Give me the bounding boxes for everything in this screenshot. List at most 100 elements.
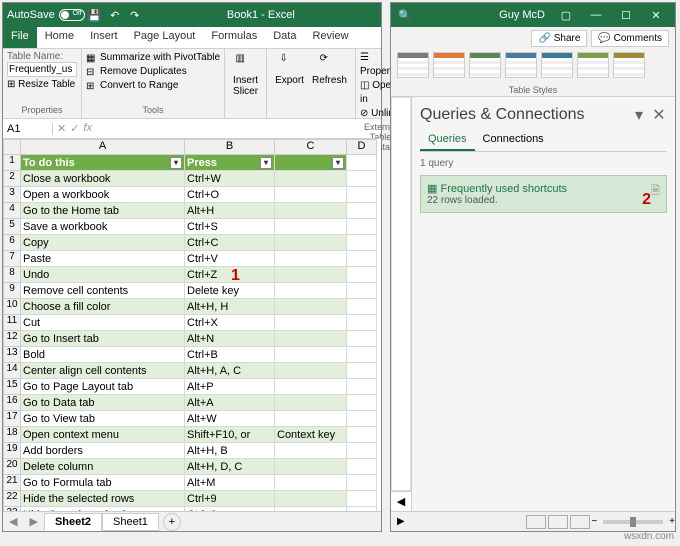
table-style-4[interactable] (505, 52, 537, 78)
table-style-7[interactable] (613, 52, 645, 78)
cell[interactable] (275, 203, 347, 219)
minimize-button[interactable]: — (581, 3, 611, 27)
cell[interactable]: Ctrl+9 (185, 491, 275, 507)
sheet-tab-sheet2[interactable]: Sheet2 (44, 513, 102, 531)
cell[interactable]: Ctrl+W (185, 171, 275, 187)
select-all-corner[interactable] (3, 139, 21, 155)
zoom-slider[interactable] (603, 520, 663, 524)
cell[interactable]: Alt+A (185, 395, 275, 411)
row-header[interactable]: 4 (3, 203, 21, 219)
row-header[interactable]: 14 (3, 363, 21, 379)
cell[interactable]: Cut (21, 315, 185, 331)
cell[interactable] (275, 443, 347, 459)
col-header-b[interactable]: B (185, 139, 275, 155)
tab-page-layout[interactable]: Page Layout (126, 27, 204, 48)
cell[interactable] (347, 155, 377, 171)
cell[interactable] (275, 315, 347, 331)
row-header[interactable]: 19 (3, 443, 21, 459)
cell[interactable]: Paste (21, 251, 185, 267)
cell[interactable]: Ctrl+V (185, 251, 275, 267)
resize-table-button[interactable]: ⊞ Resize Table (7, 79, 77, 90)
row-header[interactable]: 1 (3, 155, 21, 171)
remove-duplicates-button[interactable]: ⊟Remove Duplicates (86, 65, 220, 79)
row-header[interactable]: 8 (3, 267, 21, 283)
cell[interactable] (347, 347, 377, 363)
cell[interactable]: Alt+H, H (185, 299, 275, 315)
cell[interactable] (347, 235, 377, 251)
cell[interactable]: Alt+P (185, 379, 275, 395)
close-panel-icon[interactable]: ✕ (651, 105, 667, 125)
table-header-b[interactable]: Press▾ (185, 155, 275, 171)
cell[interactable]: Alt+H (185, 203, 275, 219)
chevron-down-icon[interactable]: ▾ (631, 105, 647, 125)
cell[interactable] (347, 443, 377, 459)
user-name[interactable]: Guy McD (493, 9, 551, 21)
cell[interactable]: Save a workbook (21, 219, 185, 235)
cell[interactable] (275, 363, 347, 379)
row-header[interactable]: 6 (3, 235, 21, 251)
cell[interactable]: Copy (21, 235, 185, 251)
query-item[interactable]: ▦ Frequently used shortcuts 🗎 22 rows lo… (420, 175, 667, 213)
cell[interactable]: Bold (21, 347, 185, 363)
cell[interactable] (275, 459, 347, 475)
row-header[interactable]: 11 (3, 315, 21, 331)
tab-formulas[interactable]: Formulas (203, 27, 265, 48)
name-box[interactable]: A1 (3, 123, 53, 135)
cell[interactable] (347, 459, 377, 475)
cell[interactable]: Close a workbook (21, 171, 185, 187)
cell[interactable] (347, 187, 377, 203)
cell[interactable] (347, 219, 377, 235)
redo-icon[interactable]: ↷ (127, 7, 143, 23)
cell[interactable]: Go to Insert tab (21, 331, 185, 347)
cell[interactable] (347, 171, 377, 187)
cell[interactable] (347, 251, 377, 267)
sheet-tab-sheet1[interactable]: Sheet1 (102, 513, 159, 531)
cell[interactable] (275, 379, 347, 395)
cell[interactable] (275, 219, 347, 235)
cell[interactable] (347, 283, 377, 299)
enter-icon[interactable]: ✓ (70, 122, 79, 135)
tab-review[interactable]: Review (304, 27, 356, 48)
sheet-nav-collapsed[interactable]: ◀ (391, 491, 411, 511)
convert-range-button[interactable]: ⊞Convert to Range (86, 79, 220, 93)
cell[interactable]: Ctrl+Z (185, 267, 275, 283)
table-style-6[interactable] (577, 52, 609, 78)
cell[interactable]: Ctrl+0 (185, 507, 275, 511)
row-header[interactable]: 10 (3, 299, 21, 315)
summarize-pivot-button[interactable]: ▦Summarize with PivotTable (86, 51, 220, 65)
sheet-nav-next[interactable]: ▶ (23, 515, 43, 528)
cell[interactable]: Hide the selected rows (21, 491, 185, 507)
cell[interactable] (347, 427, 377, 443)
row-header[interactable]: 17 (3, 411, 21, 427)
zoom-out-button[interactable]: − (591, 516, 597, 527)
filter-drop-icon[interactable]: ▾ (170, 157, 182, 169)
cell[interactable] (347, 267, 377, 283)
cell[interactable] (347, 203, 377, 219)
search-icon[interactable]: 🔍 (397, 7, 413, 23)
cell[interactable]: Go to Formula tab (21, 475, 185, 491)
filter-drop-icon[interactable]: ▾ (332, 157, 344, 169)
cell[interactable]: Alt+M (185, 475, 275, 491)
row-header[interactable]: 20 (3, 459, 21, 475)
cell[interactable]: Go to the Home tab (21, 203, 185, 219)
cell[interactable]: Undo (21, 267, 185, 283)
toggle-off-icon[interactable]: Off (59, 9, 85, 21)
cell[interactable]: Go to View tab (21, 411, 185, 427)
cell[interactable] (347, 379, 377, 395)
cell[interactable] (275, 251, 347, 267)
cell[interactable] (275, 187, 347, 203)
insert-slicer-button[interactable]: ▥ Insert Slicer (229, 51, 262, 99)
table-style-1[interactable] (397, 52, 429, 78)
view-break-button[interactable] (570, 515, 590, 529)
cell[interactable] (347, 491, 377, 507)
cell[interactable] (275, 347, 347, 363)
cell[interactable]: Alt+N (185, 331, 275, 347)
row-header[interactable]: 22 (3, 491, 21, 507)
cell[interactable]: Add borders (21, 443, 185, 459)
sheet-grid[interactable]: A B C D 1To do this▾Press▾▾2Close a work… (3, 139, 381, 511)
cell[interactable]: Context key (275, 427, 347, 443)
cell[interactable] (275, 411, 347, 427)
col-header-d[interactable]: D (347, 139, 377, 155)
cell[interactable]: Ctrl+C (185, 235, 275, 251)
table-style-3[interactable] (469, 52, 501, 78)
